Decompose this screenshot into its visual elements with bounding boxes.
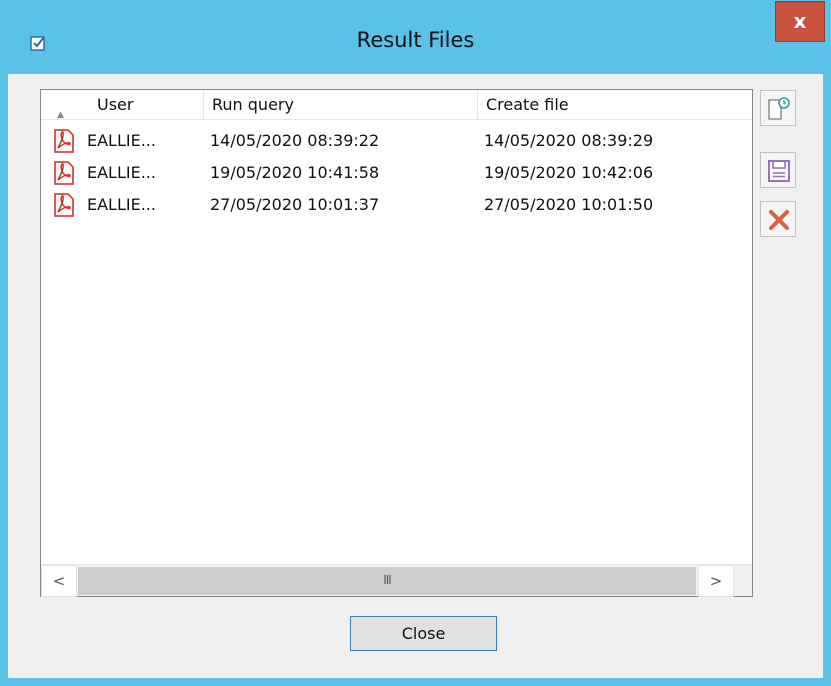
cell-user: EALLIE... [87, 131, 156, 150]
pdf-file-icon [54, 161, 74, 185]
cell-run-query: 27/05/2020 10:01:37 [210, 195, 380, 214]
cell-create-file: 14/05/2020 08:39:29 [484, 131, 654, 150]
open-file-button[interactable] [760, 90, 796, 126]
floppy-disk-icon [768, 160, 790, 182]
close-button[interactable]: Close [350, 616, 497, 651]
scrollbar-thumb[interactable]: III [78, 567, 696, 595]
result-files-list[interactable]: ▲ User Run query Create file EALLIE... 1… [40, 89, 753, 597]
table-row[interactable]: EALLIE... 14/05/2020 08:39:22 14/05/2020… [41, 125, 752, 157]
scroll-left-button[interactable]: < [41, 565, 77, 597]
list-header: ▲ User Run query Create file [41, 90, 752, 120]
cell-user: EALLIE... [87, 195, 156, 214]
column-header-run-query-label: Run query [212, 95, 294, 114]
pdf-file-icon [54, 193, 74, 217]
cell-user: EALLIE... [87, 163, 156, 182]
title-bar: Result Files x [0, 0, 831, 74]
table-row[interactable]: EALLIE... 27/05/2020 10:01:37 27/05/2020… [41, 189, 752, 221]
delete-button[interactable] [760, 201, 796, 237]
column-header-create-file-label: Create file [486, 95, 569, 114]
cell-create-file: 27/05/2020 10:01:50 [484, 195, 654, 214]
cell-run-query: 14/05/2020 08:39:22 [210, 131, 380, 150]
table-row[interactable]: EALLIE... 19/05/2020 10:41:58 19/05/2020… [41, 157, 752, 189]
window-title: Result Files [356, 28, 475, 52]
cell-run-query: 19/05/2020 10:41:58 [210, 163, 380, 182]
open-file-icon [768, 97, 790, 120]
save-button[interactable] [760, 152, 796, 188]
cell-create-file: 19/05/2020 10:42:06 [484, 163, 654, 182]
column-header-user-label: User [97, 95, 134, 114]
pdf-file-icon [54, 129, 74, 153]
dialog-body: ▲ User Run query Create file EALLIE... 1… [8, 74, 823, 678]
window-close-button[interactable]: x [775, 1, 825, 42]
column-header-run-query[interactable]: Run query [204, 90, 478, 120]
horizontal-scrollbar[interactable]: < III > [41, 564, 752, 597]
result-files-dialog: Result Files x ▲ User Run query Create f… [0, 0, 831, 686]
delete-x-icon [769, 210, 789, 230]
scroll-right-button[interactable]: > [698, 565, 734, 597]
column-header-user[interactable]: ▲ User [41, 90, 204, 120]
column-header-create-file[interactable]: Create file [478, 90, 752, 120]
